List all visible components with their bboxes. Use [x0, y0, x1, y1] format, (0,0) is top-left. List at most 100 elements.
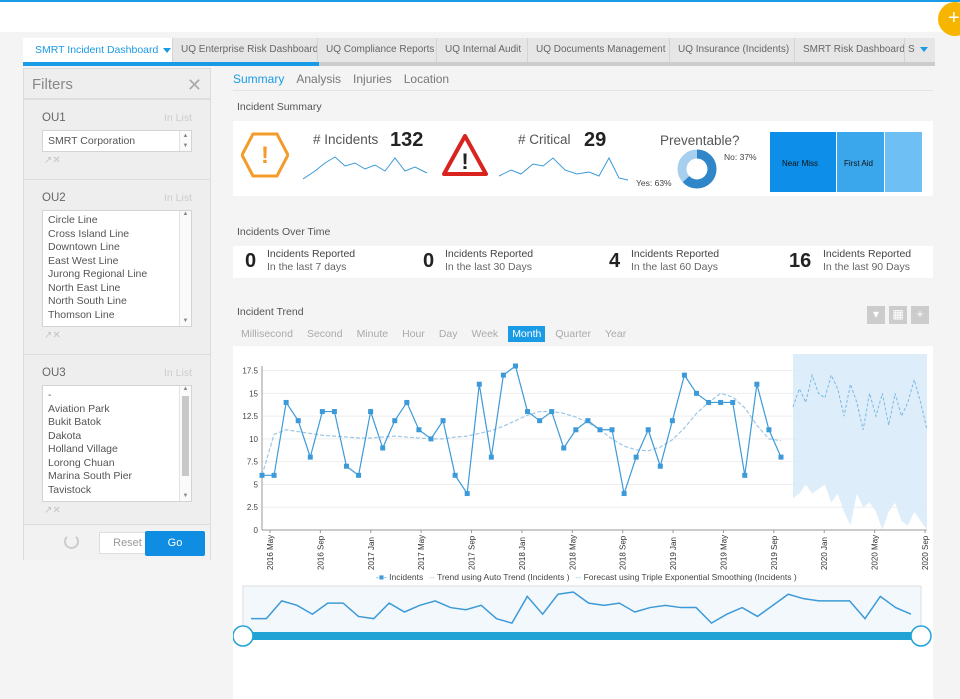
sub-navigation: Summary Analysis Injuries Location	[233, 72, 461, 86]
incidents-reported-stat: 16 Incidents Reported In the last 90 Days	[789, 246, 929, 278]
legend-label: Forecast using Triple Exponential Smooth…	[583, 572, 797, 582]
ou3-label: OU3	[42, 367, 66, 379]
ou2-inlist[interactable]: In List	[164, 192, 192, 204]
tab-label: UQ Documents Management	[536, 44, 666, 55]
list-item[interactable]: Lorong Chuan	[43, 457, 191, 471]
close-icon[interactable]: ✕	[187, 75, 202, 96]
ou1-select[interactable]: SMRT Corporation ▲ ▼	[42, 130, 192, 152]
data-point	[681, 372, 687, 378]
critical-warning-icon: !	[442, 134, 488, 176]
ou1-inlist[interactable]: In List	[164, 112, 192, 124]
granularity-month[interactable]: Month	[508, 326, 546, 342]
ou3-scrollbar[interactable]: ▲ ▼	[179, 386, 191, 501]
tab-uq-enterprise-risk-dashboard[interactable]: UQ Enterprise Risk Dashboard	[173, 38, 318, 62]
list-item[interactable]: Jurong Regional Line	[43, 268, 191, 282]
x-tick-label: 2016 May	[266, 535, 275, 570]
granularity-quarter[interactable]: Quarter	[551, 326, 595, 342]
granularity-year[interactable]: Year	[601, 326, 630, 342]
ou3-inlist[interactable]: In List	[164, 367, 192, 379]
tab-smrt-incident-dashboard[interactable]: SMRT Incident Dashboard	[23, 38, 173, 62]
subnav-summary[interactable]: Summary	[233, 72, 284, 86]
list-item[interactable]: Dakota	[43, 430, 191, 444]
tab-uq-documents-management[interactable]: UQ Documents Management	[528, 38, 670, 62]
chevron-down-icon[interactable]: ▾	[867, 306, 885, 324]
list-item[interactable]: Thomson Line	[43, 309, 191, 323]
top-bar	[0, 0, 960, 32]
ou1-label: OU1	[42, 112, 66, 124]
stat-period: In the last 60 Days	[631, 261, 718, 273]
tab-label: UQ Enterprise Risk Dashboard	[181, 44, 318, 55]
legend-item[interactable]: -■- Incidents	[376, 572, 423, 582]
x-tick-label: 2019 May	[719, 535, 728, 570]
tab-smrt-risk-dashboard[interactable]: SMRT Risk Dashboard	[795, 38, 905, 62]
data-point	[585, 418, 591, 424]
granularity-hour[interactable]: Hour	[398, 326, 429, 342]
go-button[interactable]: Go	[145, 531, 205, 556]
ou1-clear-icon[interactable]: ↗✕	[44, 155, 61, 166]
table-view-icon[interactable]: ▦	[889, 306, 907, 324]
legend-item[interactable]: -- Trend using Auto Trend (Incidents )	[429, 572, 569, 582]
granularity-minute[interactable]: Minute	[353, 326, 393, 342]
tab-s[interactable]: S	[905, 38, 935, 62]
list-item[interactable]: -	[43, 389, 191, 403]
data-point	[295, 418, 301, 424]
ou3-listbox[interactable]: - Aviation Park Bukit Batok Dakota Holland V…	[42, 385, 192, 502]
subnav-divider	[233, 90, 933, 91]
stat-number: 4	[609, 250, 621, 272]
data-point	[307, 454, 313, 460]
x-tick-label: 2020 May	[871, 535, 880, 570]
tab-uq-internal-audit[interactable]: UQ Internal Audit	[437, 38, 528, 62]
x-tick-label: 2020 Sep	[921, 535, 930, 570]
data-point	[657, 463, 663, 469]
preventable-title: Preventable?	[660, 133, 740, 148]
granularity-second[interactable]: Second	[303, 326, 347, 342]
stat-label: Incidents Reported	[445, 248, 534, 260]
granularity-week[interactable]: Week	[468, 326, 503, 342]
x-tick-label: 2018 Sep	[619, 535, 628, 570]
refresh-icon[interactable]	[64, 534, 79, 549]
list-item[interactable]: Cross Island Line	[43, 228, 191, 242]
stat-label: Incidents Reported	[631, 248, 720, 260]
x-tick-label: 2016 Sep	[316, 535, 325, 570]
data-point	[609, 427, 615, 433]
treemap-first-aid-label: First Aid	[844, 159, 873, 168]
list-item[interactable]: Tavistock	[43, 484, 191, 498]
ou2-scrollbar[interactable]: ▲ ▼	[179, 211, 191, 326]
ou2-listbox[interactable]: Circle Line Cross Island Line Downtown Lin…	[42, 210, 192, 327]
data-point	[573, 427, 579, 433]
list-item[interactable]: Holland Village	[43, 443, 191, 457]
ou1-spinner[interactable]: ▲ ▼	[179, 131, 191, 151]
granularity-millisecond[interactable]: Millisecond	[237, 326, 297, 342]
granularity-day[interactable]: Day	[435, 326, 462, 342]
chevron-down-icon[interactable]	[163, 47, 172, 53]
subnav-analysis[interactable]: Analysis	[296, 72, 341, 86]
data-point	[597, 427, 603, 433]
ou3-clear-icon[interactable]: ↗✕	[44, 505, 61, 516]
treemap-first-aid[interactable]: First Aid	[837, 132, 884, 192]
tab-uq-insurance-incidents[interactable]: UQ Insurance (Incidents)	[670, 38, 795, 62]
add-icon[interactable]: +	[911, 306, 929, 324]
incidents-over-time-row: 0 Incidents Reported In the last 7 days 0 In…	[233, 246, 933, 278]
list-item[interactable]: Marina South Pier	[43, 470, 191, 484]
subnav-location[interactable]: Location	[404, 72, 449, 86]
list-item[interactable]: Downtown Line	[43, 241, 191, 255]
stat-number: 0	[423, 250, 435, 272]
treemap-near-miss[interactable]: Near Miss	[770, 132, 836, 192]
list-item[interactable]: Circle Line	[43, 214, 191, 228]
list-item[interactable]: East West Line	[43, 255, 191, 269]
list-item[interactable]: Bukit Batok	[43, 416, 191, 430]
list-item[interactable]: North East Line	[43, 282, 191, 296]
ou2-clear-icon[interactable]: ↗✕	[44, 330, 61, 341]
list-item[interactable]: Aviation Park	[43, 403, 191, 417]
chevron-down-icon[interactable]	[919, 46, 928, 52]
svg-text:!: !	[461, 149, 468, 174]
treemap-other[interactable]	[885, 132, 922, 192]
y-tick-label: 0	[254, 526, 259, 535]
subnav-injuries[interactable]: Injuries	[353, 72, 392, 86]
y-tick-label: 17.5	[242, 367, 258, 376]
tab-uq-compliance-reports[interactable]: UQ Compliance Reports	[318, 38, 437, 62]
legend-item[interactable]: -- Forecast using Triple Exponential Smo…	[576, 572, 797, 582]
ou3-filter: OU3 In List - Aviation Park Bukit Batok Dak…	[24, 354, 210, 524]
list-item[interactable]: North South Line	[43, 295, 191, 309]
ou2-label: OU2	[42, 192, 66, 204]
